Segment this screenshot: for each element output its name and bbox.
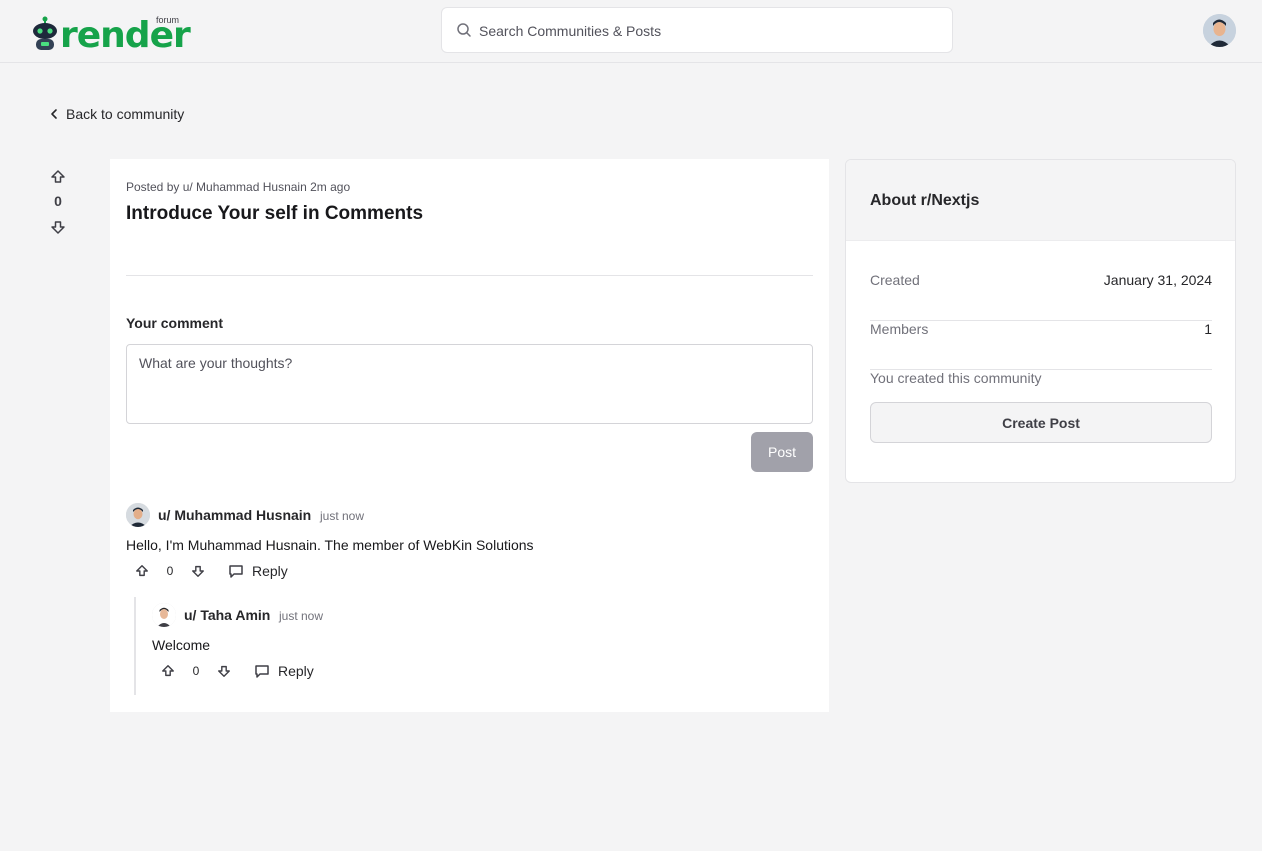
comment-textarea[interactable] (126, 344, 813, 424)
post-comment-button[interactable]: Post (751, 432, 813, 472)
comment-username[interactable]: u/ Muhammad Husnain (158, 507, 311, 523)
reply-button[interactable]: Reply (228, 563, 288, 579)
owner-note: You created this community (870, 370, 1042, 386)
comment-vote-count: 0 (192, 664, 200, 678)
comment-actions: 0 Reply (134, 561, 288, 581)
render-forum-logo[interactable]: render forum (30, 12, 191, 54)
downvote-icon (218, 665, 230, 677)
upvote-icon (136, 565, 148, 577)
post-downvote-button[interactable] (46, 216, 70, 238)
post-vote-count: 0 (54, 193, 62, 209)
comment-item: u/ Muhammad Husnain just now Hello, I'm … (126, 503, 813, 583)
back-to-community-link[interactable]: Back to community (48, 104, 184, 124)
info-key: Members (870, 321, 929, 337)
back-label: Back to community (66, 106, 185, 122)
avatar (126, 503, 150, 527)
create-post-button[interactable]: Create Post (870, 402, 1212, 443)
search-bar[interactable]: Search Communities & Posts (441, 7, 953, 53)
search-icon (457, 23, 471, 37)
comment-label: Your comment (126, 315, 223, 331)
comment-downvote-button[interactable] (216, 663, 232, 679)
info-row-created: Created January 31, 2024 (870, 272, 1212, 321)
reply-icon (255, 665, 269, 678)
logo-subtitle: forum (156, 15, 180, 25)
comment-actions: 0 Reply (160, 661, 314, 681)
chevron-left-icon (51, 109, 57, 119)
post-upvote-button[interactable] (46, 166, 70, 188)
user-avatar-icon[interactable] (1203, 14, 1236, 47)
comment-item: u/ Taha Amin just now Welcome 0 Reply (152, 603, 812, 683)
post-vote-column: 0 (46, 166, 70, 238)
robot-logo-icon (33, 16, 57, 50)
comment-vote-count: 0 (166, 564, 174, 578)
about-card-header: About r/Nextjs (846, 160, 1235, 241)
post-card: Posted by u/ Muhammad Husnain 2m ago Int… (110, 159, 829, 712)
comment-body: Welcome (152, 637, 211, 653)
reply-icon (229, 565, 243, 578)
downvote-icon (192, 565, 204, 577)
downvote-icon (51, 221, 65, 234)
reply-button[interactable]: Reply (254, 663, 314, 679)
comment-timestamp: just now (279, 609, 324, 623)
post-title: Introduce Your self in Comments (126, 203, 424, 224)
info-value: January 31, 2024 (1103, 272, 1212, 288)
upvote-icon (162, 665, 174, 677)
reply-label: Reply (278, 663, 314, 679)
info-row-members: Members 1 (870, 321, 1212, 370)
comment-body: Hello, I'm Muhammad Husnain. The member … (126, 537, 534, 553)
comment-timestamp: just now (320, 509, 365, 523)
post-meta: Posted by u/ Muhammad Husnain 2m ago (126, 180, 351, 194)
about-card-title: About r/Nextjs (870, 192, 980, 209)
avatar (152, 603, 176, 627)
comment-upvote-button[interactable] (160, 663, 176, 679)
reply-label: Reply (252, 563, 288, 579)
search-input[interactable]: Search Communities & Posts (479, 23, 661, 39)
comment-downvote-button[interactable] (190, 563, 206, 579)
comment-upvote-button[interactable] (134, 563, 150, 579)
divider (126, 275, 813, 276)
community-about-card: About r/Nextjs Created January 31, 2024 … (845, 159, 1236, 483)
reply-thread-line (134, 597, 136, 695)
comment-username[interactable]: u/ Taha Amin (184, 607, 270, 623)
info-value: 1 (1204, 321, 1212, 337)
info-key: Created (870, 272, 920, 288)
top-navbar: render forum Search Communities & Posts (0, 0, 1262, 63)
upvote-icon (51, 170, 65, 183)
